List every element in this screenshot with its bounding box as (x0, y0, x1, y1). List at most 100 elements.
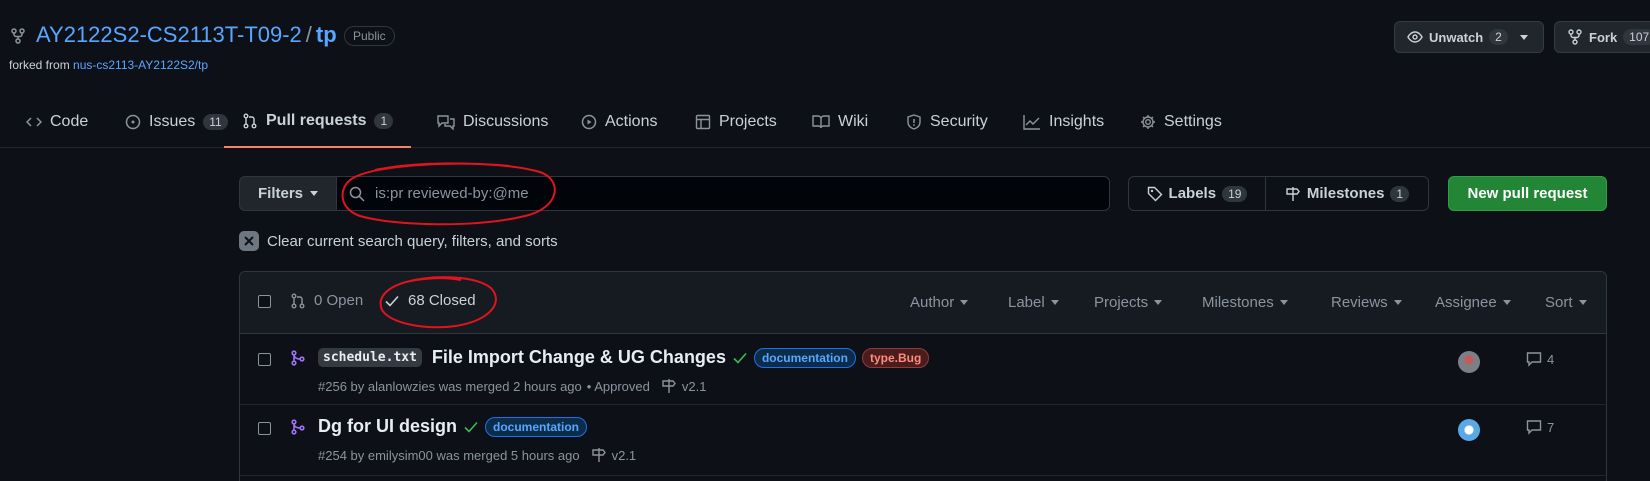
milestones-button[interactable]: Milestones 1 (1265, 176, 1429, 211)
list-item: Dg for UI design documentation #254 by e… (240, 406, 1606, 476)
comment-icon (1526, 351, 1542, 367)
avatar[interactable] (1458, 419, 1480, 441)
chevron-down-icon (1050, 300, 1059, 305)
dropdown-label: Label (1008, 294, 1045, 311)
closed-count-label: 68 Closed (408, 292, 476, 309)
milestones-label: Milestones (1306, 185, 1385, 202)
milestone-link[interactable]: v2.1 (612, 448, 637, 463)
dropdown-label: Reviews (1331, 294, 1388, 311)
tab-insights[interactable]: Insights (1023, 96, 1104, 148)
breadcrumb-separator: / (305, 22, 312, 47)
new-pull-request-button[interactable]: New pull request (1448, 176, 1607, 211)
dropdown-label: Author (910, 294, 955, 311)
pr-meta: #254 by emilysim00 was merged 5 hours ag… (318, 447, 636, 463)
pr-meta-text: #254 by emilysim00 was merged 5 hours ag… (318, 447, 580, 463)
pr-title-line: schedule.txt File Import Change & UG Cha… (318, 347, 930, 368)
open-count-label: 0 Open (314, 292, 364, 309)
tab-label: Code (50, 113, 89, 130)
tab-actions[interactable]: Actions (581, 96, 657, 148)
label-type-bug[interactable]: type.Bug (861, 347, 930, 368)
milestone-icon (1285, 186, 1301, 202)
dropdown-label: Assignee (1435, 294, 1497, 311)
repo-name-link[interactable]: tp (316, 22, 337, 47)
dropdown-label: Milestones (1202, 294, 1274, 311)
sort-dropdown[interactable]: Sort (1545, 294, 1587, 311)
clear-filters-link[interactable]: Clear current search query, filters, and… (239, 231, 558, 251)
tab-security[interactable]: Security (906, 96, 988, 148)
milestones-count: 1 (1390, 185, 1410, 202)
code-icon (26, 114, 42, 130)
forked-from-text: forked from nus-cs2113-AY2122S2/tp (9, 58, 208, 72)
labels-count: 19 (1222, 185, 1248, 202)
repo-owner-link[interactable]: AY2122S2-CS2113T-T09-2 (36, 22, 302, 47)
comments-link[interactable]: 4 (1526, 351, 1554, 367)
check-icon (732, 350, 748, 366)
tab-settings[interactable]: Settings (1140, 96, 1222, 148)
comment-count: 7 (1547, 419, 1555, 435)
pr-title-link[interactable]: Dg for UI design (318, 416, 457, 437)
book-icon (812, 114, 830, 130)
pr-title-code[interactable]: schedule.txt (318, 348, 422, 367)
assignee-filter-dropdown[interactable]: Assignee (1435, 294, 1511, 311)
gear-icon (1140, 114, 1156, 130)
discussions-icon (437, 114, 455, 130)
chevron-down-icon (1502, 300, 1511, 305)
tag-icon (1147, 186, 1163, 202)
label-documentation[interactable]: documentation (753, 347, 856, 368)
tab-label: Wiki (838, 113, 869, 130)
merged-icon (290, 419, 306, 435)
fork-button[interactable]: Fork 107 (1554, 21, 1650, 53)
fork-count: 107 (1623, 29, 1650, 45)
repo-forked-icon (10, 28, 26, 44)
comments-link[interactable]: 7 (1526, 419, 1554, 435)
author-filter-dropdown[interactable]: Author (910, 294, 969, 311)
list-header: 0 Open 68 Closed Author Label Projects M… (240, 272, 1606, 334)
pull-request-icon (242, 113, 258, 129)
labels-button[interactable]: Labels 19 (1128, 176, 1266, 211)
fork-label: Fork (1589, 29, 1618, 45)
search-field[interactable] (336, 176, 1110, 211)
tab-discussions[interactable]: Discussions (437, 96, 548, 148)
unwatch-button[interactable]: Unwatch 2 (1394, 21, 1544, 53)
milestone-icon (591, 447, 607, 463)
pr-meta: #256 by alanlowzies was merged 2 hours a… (318, 378, 706, 394)
tab-label: Security (930, 113, 988, 130)
tab-wiki[interactable]: Wiki (812, 96, 868, 148)
label-filter-dropdown[interactable]: Label (1008, 294, 1059, 311)
row-checkbox[interactable] (258, 353, 271, 366)
forked-from-label: forked from (9, 58, 70, 72)
tab-issues[interactable]: Issues 11 (125, 96, 228, 148)
open-filter-link[interactable]: 0 Open (290, 292, 363, 309)
unwatch-label: Unwatch (1429, 29, 1484, 45)
shield-icon (906, 114, 922, 130)
check-icon (384, 293, 400, 309)
reviews-filter-dropdown[interactable]: Reviews (1331, 294, 1402, 311)
chevron-down-icon (1578, 300, 1587, 305)
filters-dropdown-button[interactable]: Filters (239, 176, 337, 211)
clear-filters-text: Clear current search query, filters, and… (267, 232, 558, 250)
tab-code[interactable]: Code (26, 96, 88, 148)
filters-label: Filters (257, 185, 303, 202)
milestones-filter-dropdown[interactable]: Milestones (1202, 294, 1288, 311)
closed-filter-link[interactable]: 68 Closed (384, 292, 476, 309)
select-all-checkbox[interactable] (258, 295, 271, 308)
tab-label: Projects (719, 113, 777, 130)
review-status[interactable]: • Approved (587, 379, 650, 394)
forked-source-link[interactable]: nus-cs2113-AY2122S2/tp (73, 58, 208, 72)
eye-icon (1407, 29, 1423, 45)
pr-title-line: Dg for UI design documentation (318, 416, 587, 437)
chevron-down-icon (960, 300, 969, 305)
projects-filter-dropdown[interactable]: Projects (1094, 294, 1163, 311)
dropdown-label: Projects (1094, 294, 1149, 311)
avatar[interactable] (1458, 351, 1480, 373)
comment-count: 4 (1547, 351, 1555, 367)
row-checkbox[interactable] (258, 422, 271, 435)
label-documentation[interactable]: documentation (485, 416, 587, 437)
search-input[interactable] (375, 185, 1075, 202)
milestone-link[interactable]: v2.1 (682, 379, 707, 394)
pr-title-link[interactable]: File Import Change & UG Changes (432, 347, 726, 368)
tab-projects[interactable]: Projects (695, 96, 777, 148)
tab-pull-requests[interactable]: Pull requests 1 (224, 96, 412, 148)
chevron-down-icon (310, 191, 318, 196)
repo-breadcrumb: AY2122S2-CS2113T-T09-2/tp (36, 22, 337, 48)
